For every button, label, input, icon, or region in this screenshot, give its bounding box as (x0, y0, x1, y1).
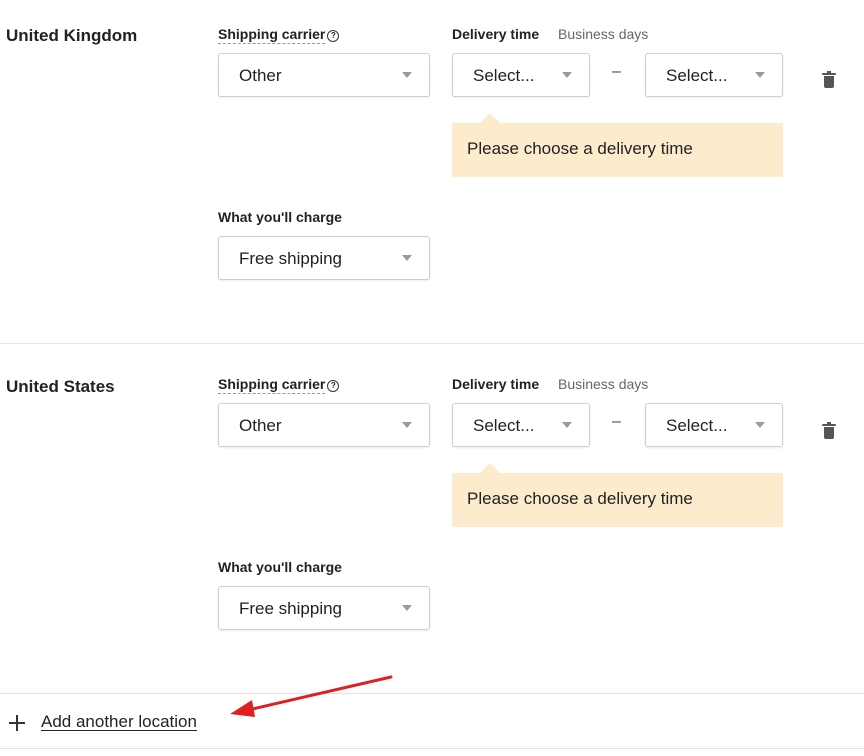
charge-value: Free shipping (239, 249, 343, 268)
trash-icon[interactable] (822, 71, 836, 88)
caret-down-icon (755, 422, 765, 428)
shipping-carrier-select[interactable]: Other (218, 403, 430, 447)
help-circle-icon[interactable]: ? (327, 30, 340, 42)
caret-down-icon (755, 72, 765, 78)
shipping-carrier-value: Other (239, 416, 282, 435)
delivery-min-select[interactable]: Select... (452, 403, 590, 447)
add-location-row: Add another location (0, 694, 864, 749)
charge-select[interactable]: Free shipping (218, 236, 430, 280)
delivery-min-select[interactable]: Select... (452, 53, 590, 97)
shipping-carrier-label: Shipping carrier? (218, 26, 340, 44)
delivery-max-value: Select... (666, 416, 728, 435)
delivery-min-value: Select... (473, 66, 535, 85)
caret-down-icon (402, 72, 412, 78)
bottom-divider (0, 748, 864, 749)
shipping-carrier-select[interactable]: Other (218, 53, 430, 97)
location-united-kingdom: United Kingdom Shipping carrier? Other D… (0, 0, 864, 343)
location-united-states: United States Shipping carrier? Other De… (0, 351, 864, 694)
caret-down-icon (562, 72, 572, 78)
delivery-max-select[interactable]: Select... (645, 53, 783, 97)
charge-label: What you'll charge (218, 559, 342, 575)
delivery-time-label: Delivery time (452, 376, 540, 392)
delivery-time-notice: Please choose a delivery time (452, 463, 783, 527)
delivery-time-label: Delivery time (452, 26, 540, 42)
location-title: United Kingdom (6, 26, 138, 45)
delivery-max-select[interactable]: Select... (645, 403, 783, 447)
caret-down-icon (402, 422, 412, 428)
range-separator: – (612, 413, 621, 430)
business-days-hint: Business days (558, 376, 649, 392)
shipping-carrier-label: Shipping carrier? (218, 376, 340, 394)
caret-down-icon (562, 422, 572, 428)
plus-icon[interactable] (9, 715, 25, 731)
delivery-min-value: Select... (473, 416, 535, 435)
location-title: United States (6, 377, 115, 396)
charge-label: What you'll charge (218, 209, 342, 225)
charge-value: Free shipping (239, 599, 343, 618)
trash-icon[interactable] (822, 422, 836, 439)
charge-select[interactable]: Free shipping (218, 586, 430, 630)
delivery-time-notice: Please choose a delivery time (452, 113, 783, 177)
range-separator: – (612, 63, 621, 80)
shipping-carrier-value: Other (239, 66, 282, 85)
add-another-location-link[interactable]: Add another location (38, 712, 197, 732)
caret-down-icon (402, 255, 412, 261)
help-circle-icon[interactable]: ? (327, 380, 340, 392)
section-divider (0, 343, 864, 344)
caret-down-icon (402, 605, 412, 611)
business-days-hint: Business days (558, 26, 649, 42)
delivery-max-value: Select... (666, 66, 728, 85)
shipping-carrier-label-text: Shipping carrier (218, 376, 326, 394)
shipping-carrier-label-text: Shipping carrier (218, 26, 326, 44)
